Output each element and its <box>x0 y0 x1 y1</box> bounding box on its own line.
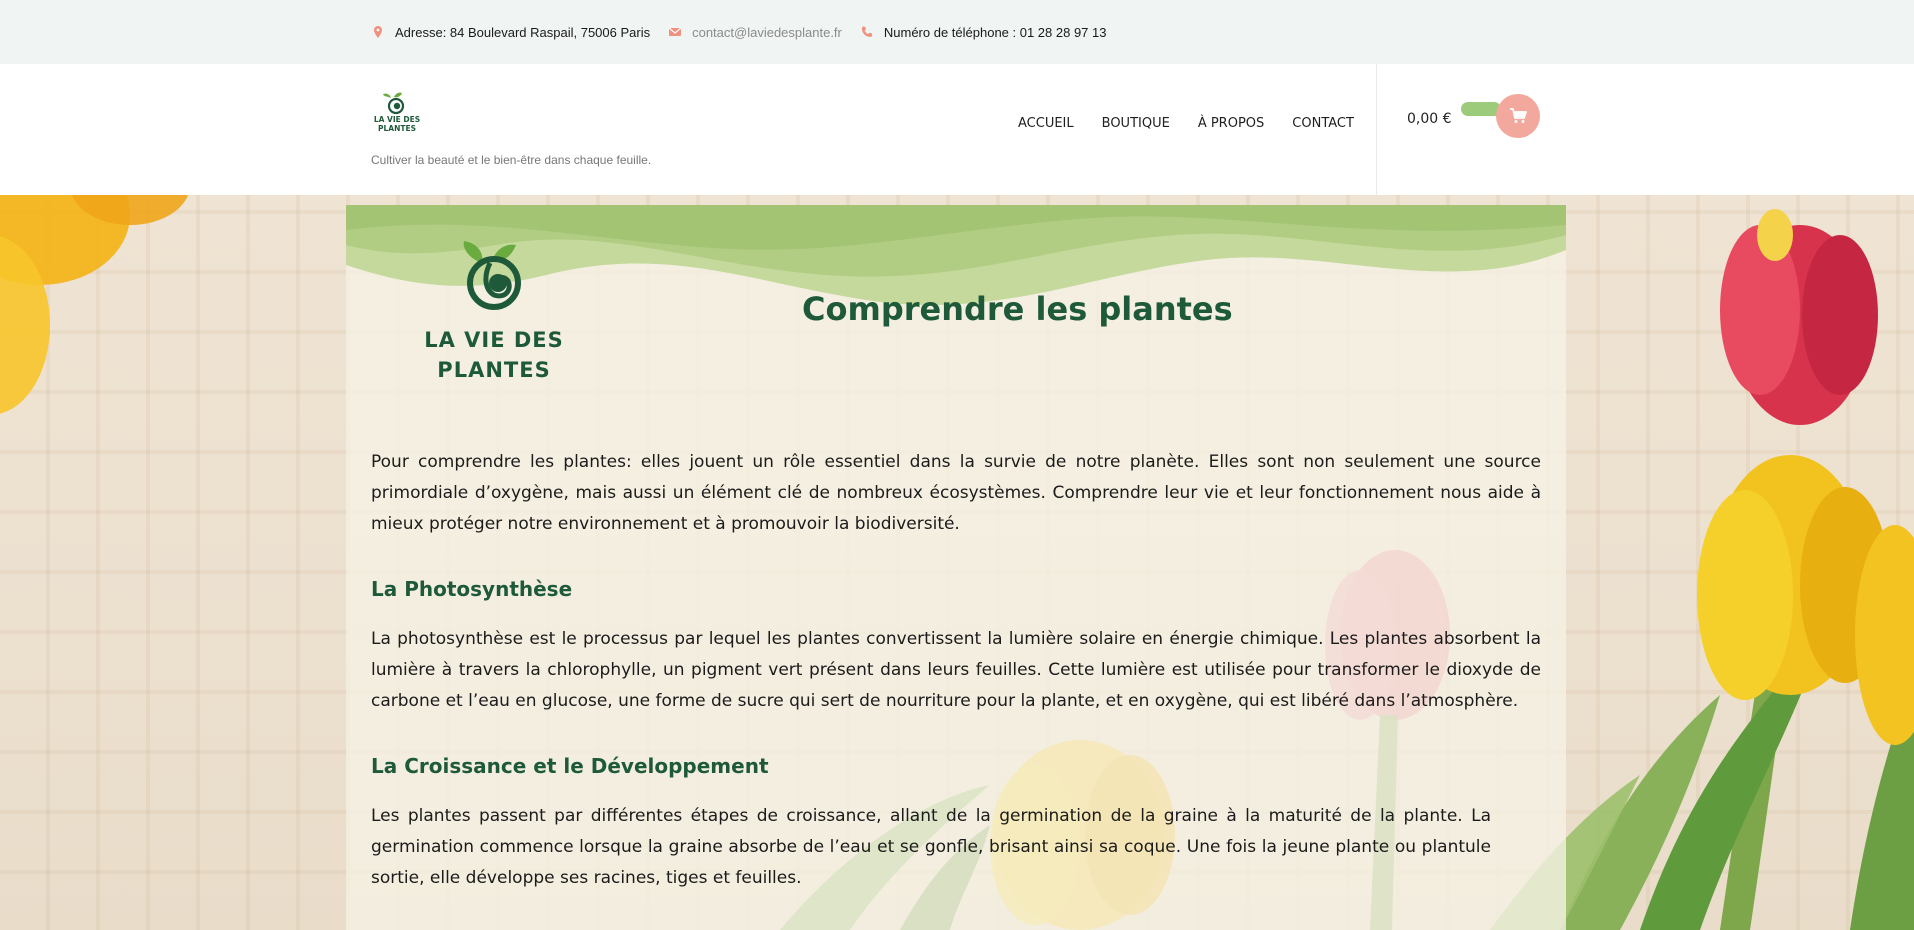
svg-text:PLANTES: PLANTES <box>378 124 416 133</box>
page-logo-line1: LA VIE DES <box>424 328 564 352</box>
site-header: LA VIE DES PLANTES Cultiver la beauté et… <box>0 64 1914 195</box>
nav-contact[interactable]: CONTACT <box>1292 116 1354 131</box>
cart-button[interactable] <box>1496 94 1540 138</box>
header-divider <box>1376 64 1377 195</box>
envelope-icon <box>668 27 682 36</box>
hero-section: LA VIE DES PLANTES Comprendre les plante… <box>0 195 1914 930</box>
page-title: Comprendre les plantes <box>802 290 1233 328</box>
intro-paragraph: Pour comprendre les plantes: elles jouen… <box>371 452 1541 534</box>
email-item[interactable]: contact@laviedesplante.fr <box>668 25 842 40</box>
cart-decoration <box>1461 102 1501 116</box>
map-pin-icon <box>374 26 382 38</box>
address-item: Adresse: 84 Boulevard Raspail, 75006 Par… <box>371 25 650 40</box>
page-logo-text: LA VIE DES PLANTES <box>424 325 564 385</box>
nav-a-propos[interactable]: À PROPOS <box>1198 116 1264 131</box>
page-logo: LA VIE DES PLANTES <box>424 235 564 382</box>
page-logo-line2: PLANTES <box>437 358 551 382</box>
main-nav: ACCUEIL BOUTIQUE À PROPOS CONTACT <box>1018 116 1354 131</box>
address-text: Adresse: 84 Boulevard Raspail, 75006 Par… <box>395 24 651 40</box>
email-link[interactable]: contact@laviedesplante.fr <box>692 25 842 40</box>
cart-total[interactable]: 0,00 € <box>1407 111 1452 127</box>
section-text-photosynthese: La photosynthèse est le processus par le… <box>371 629 1541 711</box>
phone-item: Numéro de téléphone : 01 28 28 97 13 <box>860 25 1107 40</box>
section-heading-croissance: La Croissance et le Développement <box>371 754 769 778</box>
phone-text: Numéro de téléphone : 01 28 28 97 13 <box>883 24 1107 40</box>
nav-boutique[interactable]: BOUTIQUE <box>1102 116 1170 131</box>
svg-text:LA VIE DES: LA VIE DES <box>374 115 420 124</box>
site-tagline: Cultiver la beauté et le bien-être dans … <box>371 153 652 167</box>
section-heading-photosynthese: La Photosynthèse <box>371 577 573 601</box>
content-panel: LA VIE DES PLANTES Comprendre les plante… <box>346 205 1566 930</box>
cart-icon <box>1510 108 1527 123</box>
phone-icon <box>861 26 873 37</box>
nav-accueil[interactable]: ACCUEIL <box>1018 116 1074 131</box>
section-text-croissance: Les plantes passent par différentes étap… <box>371 806 1491 888</box>
site-logo[interactable]: LA VIE DES PLANTES <box>374 88 420 136</box>
top-info-bar: Adresse: 84 Boulevard Raspail, 75006 Par… <box>0 0 1914 64</box>
plant-logo-icon <box>463 241 521 310</box>
